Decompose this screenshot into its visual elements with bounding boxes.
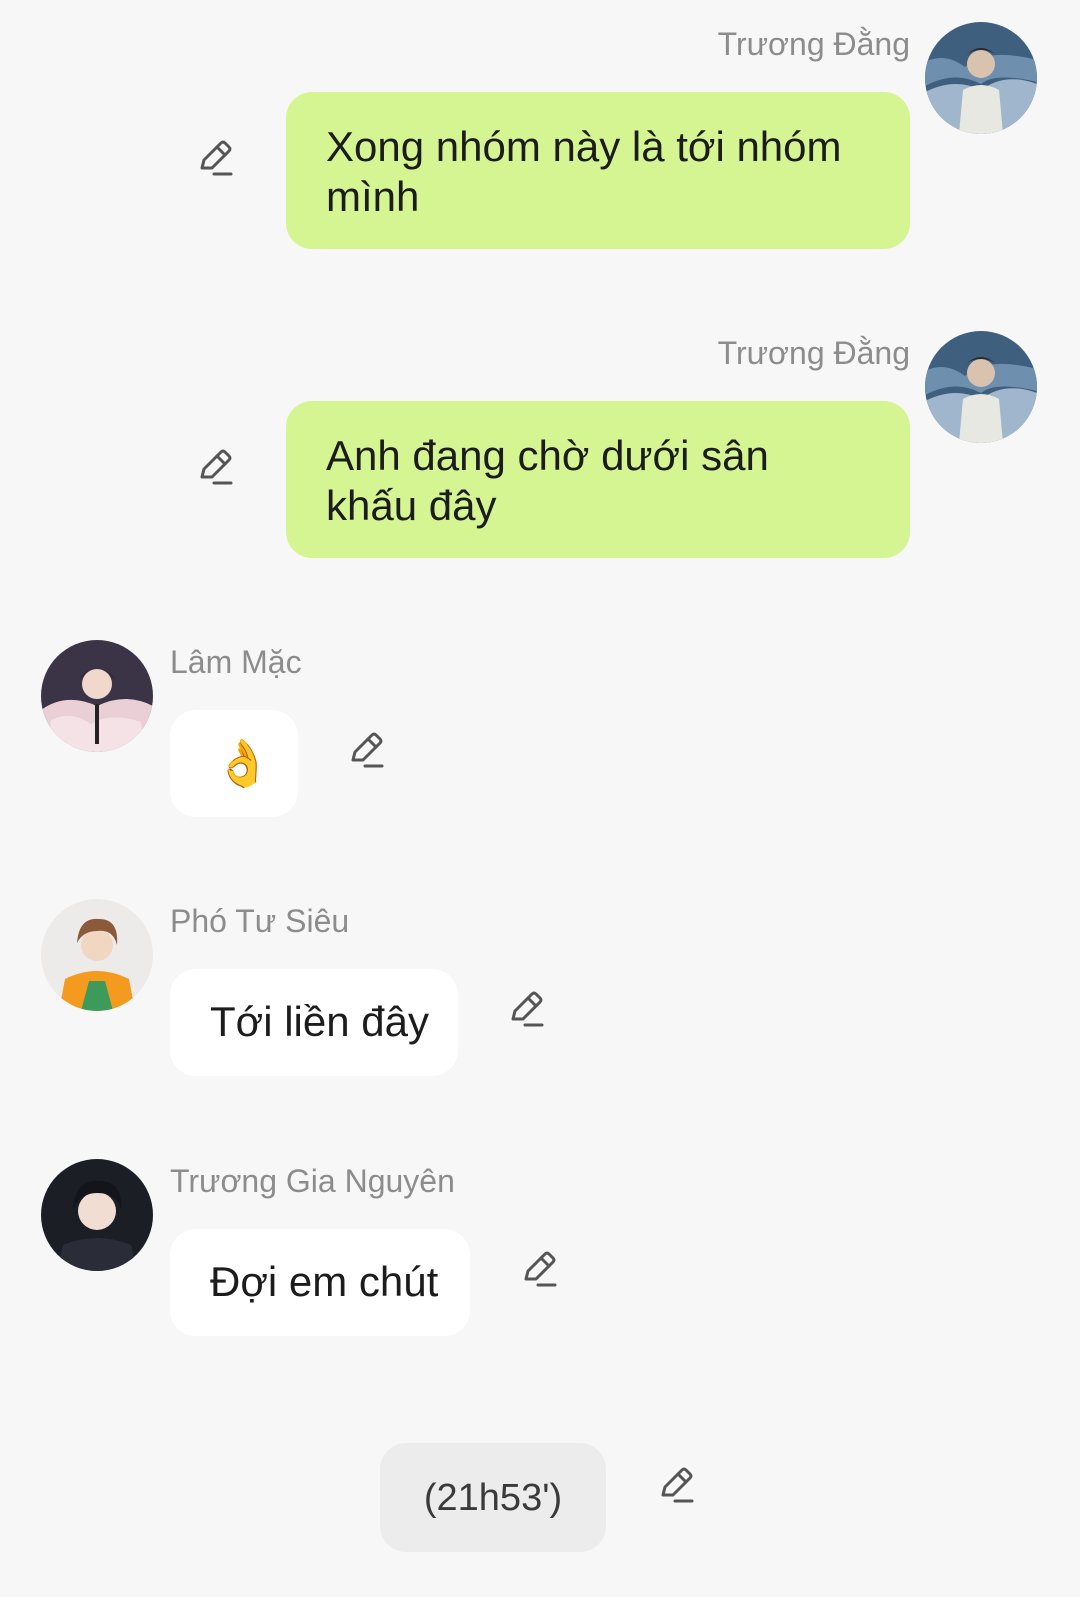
message-bubble[interactable]: Đợi em chút bbox=[170, 1229, 470, 1336]
pencil-edit-icon[interactable] bbox=[518, 1247, 562, 1291]
sender-name: Trương Đằng bbox=[717, 26, 910, 62]
pencil-edit-icon[interactable] bbox=[194, 445, 238, 489]
user-avatar-icon[interactable] bbox=[925, 331, 1037, 443]
message-bubble[interactable]: Anh đang chờ dưới sân khấu đây bbox=[286, 401, 910, 558]
pencil-edit-icon[interactable] bbox=[505, 987, 549, 1031]
sender-name: Trương Gia Nguyên bbox=[170, 1163, 455, 1199]
message-text: Xong nhóm này là tới nhóm mình bbox=[326, 123, 842, 220]
message-text: Anh đang chờ dưới sân khấu đây bbox=[326, 432, 769, 529]
sender-name: Phó Tư Siêu bbox=[170, 903, 350, 939]
ok-hand-emoji: 👌 bbox=[214, 736, 272, 790]
user-avatar-icon[interactable] bbox=[41, 1159, 153, 1271]
sender-name: Trương Đằng bbox=[717, 335, 910, 371]
user-avatar-icon[interactable] bbox=[41, 899, 153, 1011]
message-bubble[interactable]: 👌 bbox=[170, 710, 298, 817]
pencil-edit-icon[interactable] bbox=[345, 728, 389, 772]
time-marker-bubble[interactable]: (21h53') bbox=[380, 1443, 606, 1552]
pencil-edit-icon[interactable] bbox=[655, 1463, 699, 1507]
user-avatar-icon[interactable] bbox=[41, 640, 153, 752]
message-text: Đợi em chút bbox=[210, 1258, 439, 1305]
message-text: Tới liền đây bbox=[210, 998, 429, 1045]
message-bubble[interactable]: Xong nhóm này là tới nhóm mình bbox=[286, 92, 910, 249]
pencil-edit-icon[interactable] bbox=[194, 136, 238, 180]
time-marker-text: (21h53') bbox=[423, 1477, 563, 1519]
message-bubble[interactable]: Tới liền đây bbox=[170, 969, 458, 1076]
sender-name: Lâm Mặc bbox=[170, 644, 302, 680]
user-avatar-icon[interactable] bbox=[925, 22, 1037, 134]
